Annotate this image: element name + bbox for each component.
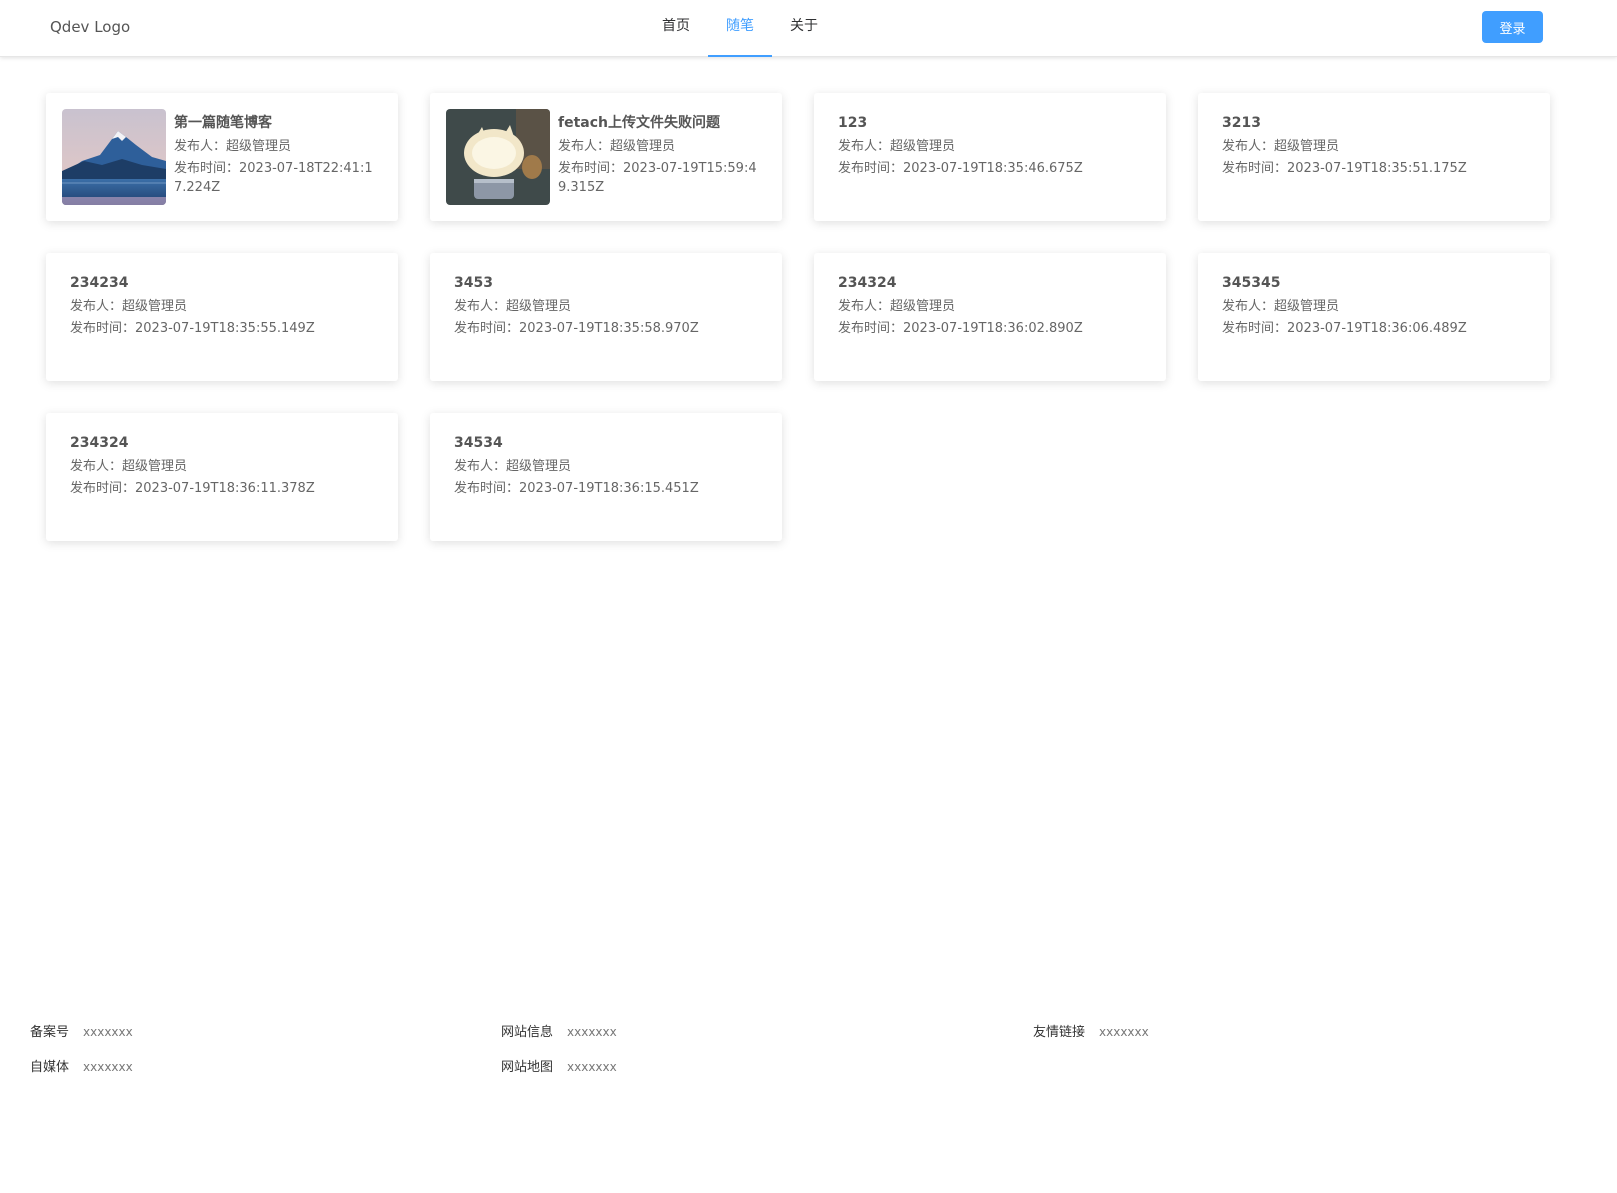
post-title[interactable]: 345345 (1222, 273, 1536, 293)
main-nav: 首页 随笔 关于 (644, 0, 836, 57)
post-card-body: 3453 发布人：超级管理员 发布时间：2023-07-19T18:35:58.… (454, 273, 768, 338)
footer-value[interactable]: xxxxxxx (83, 1060, 133, 1074)
post-card[interactable]: 123 发布人：超级管理员 发布时间：2023-07-19T18:35:46.6… (814, 93, 1166, 221)
footer-label: 友情链接 (1033, 1025, 1086, 1040)
post-card[interactable]: 345345 发布人：超级管理员 发布时间：2023-07-19T18:36:0… (1198, 253, 1550, 381)
post-time: 发布时间：2023-07-19T18:36:06.489Z (1222, 321, 1467, 336)
post-card-body: fetach上传文件失败问题 发布人：超级管理员 发布时间：2023-07-19… (558, 113, 768, 197)
post-card[interactable]: 234234 发布人：超级管理员 发布时间：2023-07-19T18:35:5… (46, 253, 398, 381)
post-time: 发布时间：2023-07-19T18:36:15.451Z (454, 481, 699, 496)
post-time: 发布时间：2023-07-18T22:41:17.224Z (174, 161, 373, 195)
post-title[interactable]: 123 (838, 113, 1152, 133)
post-thumbnail-pig-lamp (446, 109, 550, 205)
post-card-body: 234324 发布人：超级管理员 发布时间：2023-07-19T18:36:0… (838, 273, 1152, 338)
post-title[interactable]: 234234 (70, 273, 384, 293)
footer-label: 备案号 (30, 1025, 70, 1040)
post-card[interactable]: 第一篇随笔博客 发布人：超级管理员 发布时间：2023-07-18T22:41:… (46, 93, 398, 221)
post-author: 发布人：超级管理员 (1222, 299, 1340, 314)
nav-home[interactable]: 首页 (644, 0, 708, 57)
post-title[interactable]: 3453 (454, 273, 768, 293)
footer-value[interactable]: xxxxxxx (567, 1060, 617, 1074)
post-title[interactable]: 234324 (838, 273, 1152, 293)
post-author: 发布人：超级管理员 (454, 299, 572, 314)
post-time: 发布时间：2023-07-19T18:36:02.890Z (838, 321, 1083, 336)
post-thumbnail-mountain (62, 109, 166, 205)
post-time: 发布时间：2023-07-19T18:35:51.175Z (1222, 161, 1467, 176)
nav-about[interactable]: 关于 (772, 0, 836, 57)
post-card[interactable]: 3453 发布人：超级管理员 发布时间：2023-07-19T18:35:58.… (430, 253, 782, 381)
footer-item-site-info: 网站信息 xxxxxxx (501, 1021, 617, 1040)
post-card[interactable]: 234324 发布人：超级管理员 发布时间：2023-07-19T18:36:0… (814, 253, 1166, 381)
post-card-body: 234324 发布人：超级管理员 发布时间：2023-07-19T18:36:1… (70, 433, 384, 498)
post-card-body: 345345 发布人：超级管理员 发布时间：2023-07-19T18:36:0… (1222, 273, 1536, 338)
post-author: 发布人：超级管理员 (174, 139, 292, 154)
login-button[interactable]: 登录 (1482, 11, 1543, 43)
post-card[interactable]: 3213 发布人：超级管理员 发布时间：2023-07-19T18:35:51.… (1198, 93, 1550, 221)
footer-item-self-media: 自媒体 xxxxxxx (30, 1056, 133, 1075)
post-title[interactable]: 第一篇随笔博客 (174, 113, 384, 133)
post-card-body: 3213 发布人：超级管理员 发布时间：2023-07-19T18:35:51.… (1222, 113, 1536, 178)
top-header: Qdev Logo 首页 随笔 关于 登录 (0, 0, 1617, 57)
post-title[interactable]: 3213 (1222, 113, 1536, 133)
post-card[interactable]: 234324 发布人：超级管理员 发布时间：2023-07-19T18:36:1… (46, 413, 398, 541)
footer-label: 自媒体 (30, 1060, 70, 1075)
post-card-body: 123 发布人：超级管理员 发布时间：2023-07-19T18:35:46.6… (838, 113, 1152, 178)
nav-essays[interactable]: 随笔 (708, 0, 772, 57)
footer-item-sitemap: 网站地图 xxxxxxx (501, 1056, 617, 1075)
post-author: 发布人：超级管理员 (838, 299, 956, 314)
post-author: 发布人：超级管理员 (70, 459, 188, 474)
footer-value[interactable]: xxxxxxx (1099, 1025, 1149, 1039)
post-author: 发布人：超级管理员 (838, 139, 956, 154)
post-card-body: 34534 发布人：超级管理员 发布时间：2023-07-19T18:36:15… (454, 433, 768, 498)
post-card-body: 第一篇随笔博客 发布人：超级管理员 发布时间：2023-07-18T22:41:… (174, 113, 384, 197)
footer-value[interactable]: xxxxxxx (83, 1025, 133, 1039)
post-time: 发布时间：2023-07-19T18:35:46.675Z (838, 161, 1083, 176)
post-time: 发布时间：2023-07-19T18:36:11.378Z (70, 481, 315, 496)
post-author: 发布人：超级管理员 (1222, 139, 1340, 154)
post-title[interactable]: 34534 (454, 433, 768, 453)
site-logo[interactable]: Qdev Logo (50, 18, 130, 36)
footer-value[interactable]: xxxxxxx (567, 1025, 617, 1039)
post-title[interactable]: 234324 (70, 433, 384, 453)
post-card-body: 234234 发布人：超级管理员 发布时间：2023-07-19T18:35:5… (70, 273, 384, 338)
post-author: 发布人：超级管理员 (70, 299, 188, 314)
post-card[interactable]: fetach上传文件失败问题 发布人：超级管理员 发布时间：2023-07-19… (430, 93, 782, 221)
footer-item-friend-links: 友情链接 xxxxxxx (1033, 1021, 1149, 1040)
post-author: 发布人：超级管理员 (558, 139, 676, 154)
post-title[interactable]: fetach上传文件失败问题 (558, 113, 768, 133)
post-card[interactable]: 34534 发布人：超级管理员 发布时间：2023-07-19T18:36:15… (430, 413, 782, 541)
footer-label: 网站地图 (501, 1060, 554, 1075)
post-time: 发布时间：2023-07-19T15:59:49.315Z (558, 161, 757, 195)
post-time: 发布时间：2023-07-19T18:35:55.149Z (70, 321, 315, 336)
footer-item-icp: 备案号 xxxxxxx (30, 1021, 133, 1040)
post-time: 发布时间：2023-07-19T18:35:58.970Z (454, 321, 699, 336)
footer-label: 网站信息 (501, 1025, 554, 1040)
post-author: 发布人：超级管理员 (454, 459, 572, 474)
